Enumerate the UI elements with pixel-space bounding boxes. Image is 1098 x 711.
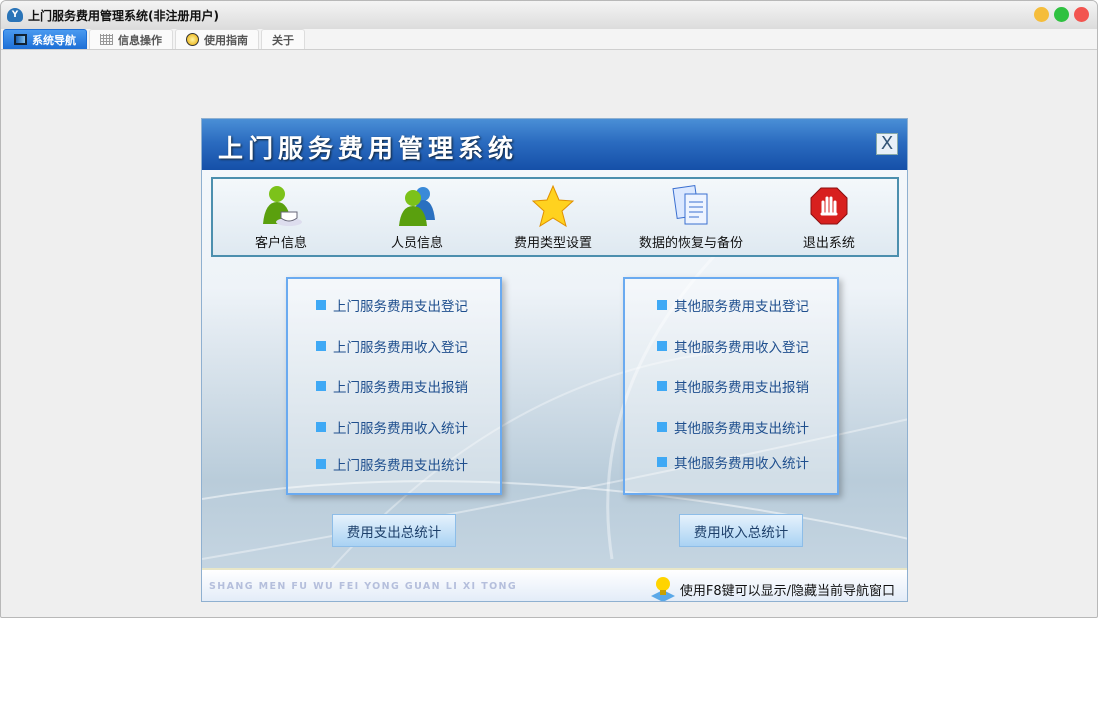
tab-label: 使用指南 xyxy=(204,33,248,47)
menu-item[interactable]: 上门服务费用收入登记 xyxy=(316,336,468,356)
menu-item[interactable]: 其他服务费用支出登记 xyxy=(657,295,809,315)
data-backup-restore-button[interactable]: 数据的恢复与备份 xyxy=(639,184,743,251)
tab-bar: 系统导航 信息操作 使用指南 关于 xyxy=(1,29,1097,50)
toolbar-label: 费用类型设置 xyxy=(513,236,592,251)
footer-pinyin: SHANG MEN FU WU FEI YONG GUAN LI XI TONG xyxy=(209,581,518,592)
menu-item-label: 上门服务费用支出登记 xyxy=(333,299,468,315)
panel-title: 上门服务费用管理系统 xyxy=(218,134,519,163)
menu-item-label: 其他服务费用收入统计 xyxy=(674,456,809,472)
bullet-icon xyxy=(316,341,326,351)
help-bulb-icon xyxy=(186,33,199,46)
other-service-menu: 其他服务费用支出登记 其他服务费用收入登记 其他服务费用支出报销 其他服务费用支… xyxy=(623,277,839,495)
toolbar-label: 数据的恢复与备份 xyxy=(638,236,743,251)
grid-icon xyxy=(100,34,113,45)
toolbar-label: 客户信息 xyxy=(254,236,307,251)
door-service-menu: 上门服务费用支出登记 上门服务费用收入登记 上门服务费用支出报销 上门服务费用收… xyxy=(286,277,502,495)
menu-item[interactable]: 上门服务费用收入统计 xyxy=(316,417,468,437)
menu-item-label: 其他服务费用支出登记 xyxy=(674,299,809,315)
menu-item[interactable]: 其他服务费用收入登记 xyxy=(657,336,809,356)
user-coffee-icon xyxy=(259,184,303,228)
tab-info-ops[interactable]: 信息操作 xyxy=(89,29,173,49)
title-bar: Y 上门服务费用管理系统(非注册用户) xyxy=(1,1,1097,29)
tab-about[interactable]: 关于 xyxy=(261,29,305,49)
exit-system-button[interactable]: 退出系统 xyxy=(779,184,879,251)
menu-item-label: 上门服务费用支出统计 xyxy=(333,458,468,474)
monitor-icon xyxy=(14,34,27,45)
menu-item-label: 其他服务费用支出报销 xyxy=(674,380,809,396)
bullet-icon xyxy=(657,341,667,351)
tab-system-nav[interactable]: 系统导航 xyxy=(3,29,87,49)
menu-item[interactable]: 其他服务费用支出报销 xyxy=(657,376,809,396)
footer-hint-text: 使用F8键可以显示/隐藏当前导航窗口 xyxy=(679,583,895,599)
bullet-icon xyxy=(316,300,326,310)
users-icon xyxy=(395,184,439,228)
stop-hand-icon xyxy=(807,184,851,228)
bullet-icon xyxy=(316,422,326,432)
bullet-icon xyxy=(657,422,667,432)
menu-item[interactable]: 其他服务费用支出统计 xyxy=(657,417,809,437)
tab-label: 信息操作 xyxy=(118,33,162,47)
bullet-icon xyxy=(316,459,326,469)
total-income-stats-button[interactable]: 费用收入总统计 xyxy=(679,514,803,547)
maximize-button[interactable] xyxy=(1054,7,1069,22)
bullet-icon xyxy=(316,381,326,391)
toolbar-label: 退出系统 xyxy=(802,236,855,251)
staff-info-button[interactable]: 人员信息 xyxy=(367,184,467,251)
total-expense-stats-button[interactable]: 费用支出总统计 xyxy=(332,514,456,547)
menu-item[interactable]: 上门服务费用支出统计 xyxy=(316,454,468,474)
navigation-panel: 上门服务费用管理系统 X 客户信息 人员信息 费用类型设置 数据的恢复与备份 退… xyxy=(201,118,908,602)
fee-type-settings-button[interactable]: 费用类型设置 xyxy=(503,184,603,251)
app-window: Y 上门服务费用管理系统(非注册用户) 系统导航 信息操作 使用指南 关于 上门… xyxy=(0,0,1098,618)
tab-label: 系统导航 xyxy=(32,33,76,47)
menu-item[interactable]: 上门服务费用支出报销 xyxy=(316,376,468,396)
tab-label: 关于 xyxy=(272,33,294,47)
panel-header: 上门服务费用管理系统 X xyxy=(202,119,907,170)
panel-close-button[interactable]: X xyxy=(876,133,898,155)
bullet-icon xyxy=(657,300,667,310)
lightbulb-icon xyxy=(650,577,675,601)
minimize-button[interactable] xyxy=(1034,7,1049,22)
bullet-icon xyxy=(657,457,667,467)
toolbar-label: 人员信息 xyxy=(390,236,443,251)
close-button[interactable] xyxy=(1074,7,1089,22)
menu-item-label: 其他服务费用收入登记 xyxy=(674,340,809,356)
documents-icon xyxy=(669,184,713,228)
tab-guide[interactable]: 使用指南 xyxy=(175,29,259,49)
menu-item-label: 上门服务费用收入统计 xyxy=(333,421,468,437)
cloud-logo-icon: Y xyxy=(7,8,23,22)
customer-info-button[interactable]: 客户信息 xyxy=(231,184,331,251)
function-toolbar: 客户信息 人员信息 费用类型设置 数据的恢复与备份 退出系统 xyxy=(211,177,899,257)
menu-item-label: 上门服务费用收入登记 xyxy=(333,340,468,356)
panel-footer: SHANG MEN FU WU FEI YONG GUAN LI XI TONG… xyxy=(202,568,907,601)
window-title: 上门服务费用管理系统(非注册用户) xyxy=(28,8,219,23)
star-icon xyxy=(531,184,575,228)
menu-item[interactable]: 上门服务费用支出登记 xyxy=(316,295,468,315)
menu-item-label: 上门服务费用支出报销 xyxy=(333,380,468,396)
menu-item-label: 其他服务费用支出统计 xyxy=(674,421,809,437)
footer-hint: 使用F8键可以显示/隐藏当前导航窗口 xyxy=(650,576,895,601)
menu-item[interactable]: 其他服务费用收入统计 xyxy=(657,452,809,472)
bullet-icon xyxy=(657,381,667,391)
